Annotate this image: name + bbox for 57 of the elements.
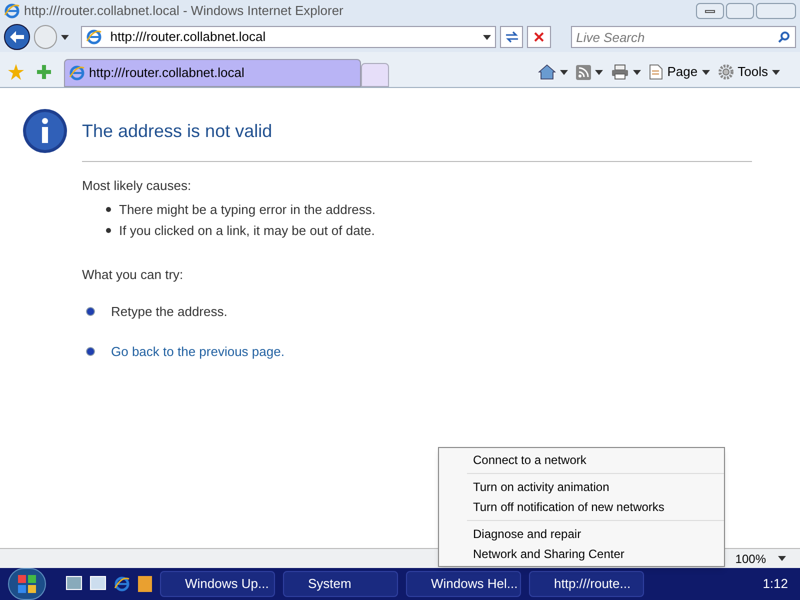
zoom-level[interactable]: 100% (735, 550, 766, 568)
caret-icon[interactable] (482, 34, 491, 40)
windows-logo-icon (18, 575, 36, 593)
try-title: What you can try: (82, 266, 184, 284)
bullet-icon (86, 346, 95, 356)
taskbar-button[interactable]: http:///route... (529, 571, 644, 597)
menu-item[interactable]: Turn off notification of new networks (467, 497, 724, 517)
taskbar-button[interactable]: Windows Up... (160, 571, 275, 597)
causes-title: Most likely causes: (82, 177, 192, 195)
stop-button[interactable] (527, 26, 552, 48)
close-x-icon (534, 32, 544, 42)
taskbar-button[interactable]: Windows Hel... (406, 571, 521, 597)
minimize-button[interactable] (696, 3, 724, 19)
back-button[interactable] (4, 24, 30, 50)
search-icon[interactable] (778, 31, 790, 43)
printer-icon[interactable] (611, 64, 630, 80)
caret-icon[interactable] (633, 70, 642, 74)
browser-logo-icon (69, 65, 85, 81)
caret-icon[interactable] (595, 70, 604, 74)
command-label[interactable]: Tools (738, 62, 768, 82)
browser-logo-icon (86, 29, 102, 45)
search-field[interactable]: Live Search (571, 26, 796, 48)
browser-logo-icon (4, 3, 20, 19)
star-icon[interactable] (8, 64, 24, 80)
clock: 1:12 (762, 575, 788, 594)
cause-text: There might be a typing error in the address. (119, 200, 376, 219)
cause-text: If you clicked on a link, it may be out of date. (119, 222, 375, 240)
bullet-icon (86, 307, 95, 316)
caret-icon[interactable] (778, 556, 786, 561)
browser-tab[interactable]: http:///router.collabnet.local (64, 59, 361, 87)
back-arrow-icon (10, 31, 24, 43)
menu-item[interactable]: Connect to a network (467, 450, 724, 470)
error-heading: The address is not valid (82, 118, 752, 162)
info-icon (22, 108, 68, 154)
refresh-button[interactable] (500, 26, 524, 48)
window-title: http:///router.collabnet.local - Windows Internet Explorer (24, 2, 344, 20)
menu-item[interactable]: Diagnose and repair (467, 524, 724, 544)
menu-item[interactable]: Turn on activity animation (467, 477, 724, 497)
menu-item[interactable]: Network and Sharing Center (467, 544, 724, 564)
refresh-arrows-icon (504, 31, 519, 43)
caret-icon[interactable] (702, 70, 710, 74)
start-button[interactable] (8, 568, 46, 600)
caret-icon[interactable] (61, 34, 70, 40)
back-link[interactable]: Go back to the previous page. (111, 342, 284, 361)
bullet-icon (106, 206, 111, 212)
window-switch-icon[interactable] (90, 576, 106, 590)
caret-icon[interactable] (772, 70, 780, 74)
taskbar-button[interactable]: System (283, 571, 398, 597)
address-field[interactable]: http:///router.collabnet.local (81, 26, 496, 48)
gear-icon[interactable] (718, 64, 734, 80)
caret-icon[interactable] (560, 70, 568, 74)
suggestion-text: Retype the address. (111, 303, 228, 321)
home-icon[interactable] (538, 64, 556, 80)
browser-logo-icon (114, 576, 130, 592)
page-icon[interactable] (649, 64, 664, 80)
bullet-icon (106, 228, 111, 234)
command-label[interactable]: Page (667, 62, 698, 82)
